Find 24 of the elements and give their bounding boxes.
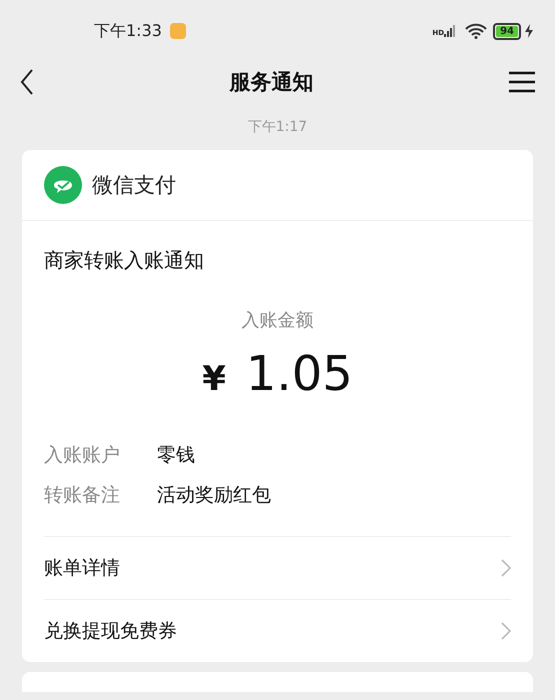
menu-icon[interactable] bbox=[509, 71, 535, 93]
detail-link[interactable]: 账单详情 bbox=[44, 555, 120, 581]
amount-label: 入账金额 bbox=[240, 309, 314, 332]
status-time: 下午1:33 bbox=[94, 20, 162, 42]
wifi-icon bbox=[465, 23, 488, 39]
message-time: 下午1:17 bbox=[248, 119, 308, 135]
charging-icon bbox=[525, 24, 533, 38]
field-value: 零钱 bbox=[157, 443, 195, 468]
app-notification-icon bbox=[170, 23, 186, 39]
field-value: 活动奖励红包 bbox=[157, 483, 271, 508]
chevron-right-icon bbox=[501, 622, 511, 640]
detail-link[interactable]: 兑换提现免费券 bbox=[44, 618, 177, 644]
back-icon[interactable] bbox=[20, 69, 34, 95]
battery-level: 94 bbox=[496, 26, 518, 36]
app-name: 微信支付 bbox=[92, 172, 176, 199]
amount-value: 1.05 bbox=[246, 346, 353, 402]
field-label: 入账账户 bbox=[44, 443, 121, 468]
field-label: 转账备注 bbox=[44, 483, 121, 508]
chevron-right-icon bbox=[501, 559, 511, 577]
page-title: 服务通知 bbox=[230, 69, 314, 96]
notice-title: 商家转账入账通知 bbox=[44, 247, 205, 274]
signal-icon bbox=[444, 25, 456, 37]
currency-symbol: ¥ bbox=[202, 359, 226, 399]
wallet-chat-icon bbox=[44, 166, 82, 204]
